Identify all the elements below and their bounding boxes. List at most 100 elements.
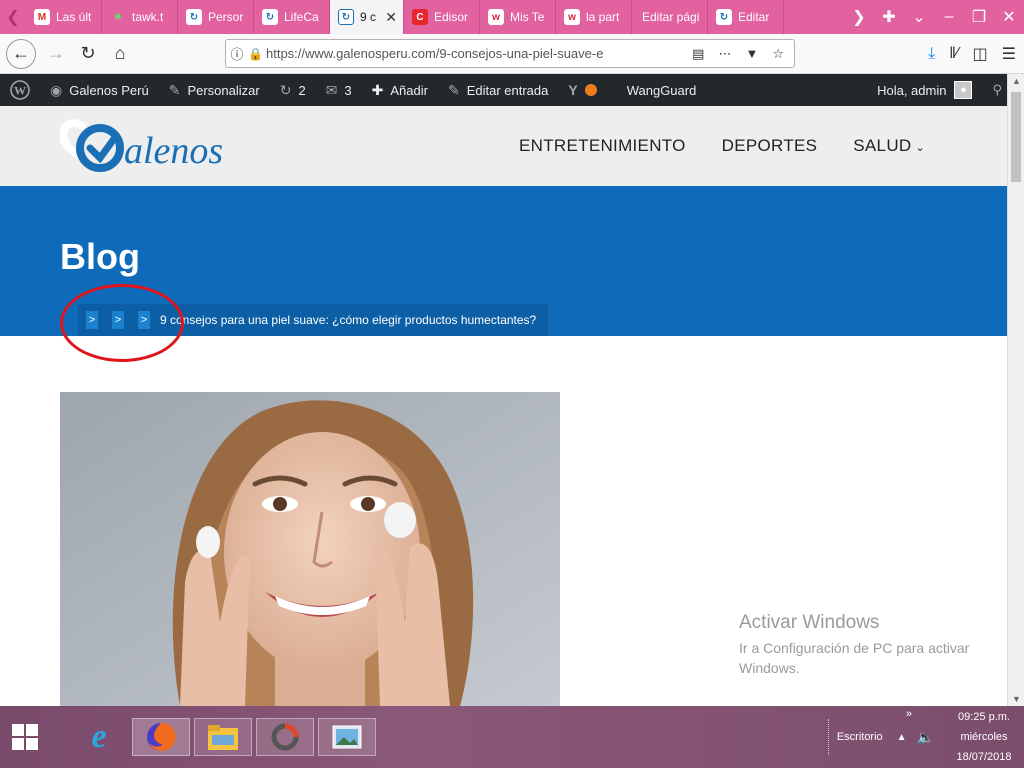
start-button[interactable] [0, 706, 50, 768]
photo-viewer-icon [332, 725, 362, 749]
gmail-icon: M [34, 9, 50, 25]
taskbar-internet-explorer[interactable]: e [70, 718, 128, 756]
tray-overflow-chevron[interactable]: » [906, 708, 912, 720]
tab-label: la part [586, 10, 620, 24]
url-text[interactable]: https://www.galenosperu.com/9-consejos-u… [266, 46, 692, 61]
site-logo[interactable]: alenos [59, 118, 224, 176]
reload-button[interactable]: ↻ [72, 38, 104, 70]
reader-view-icon[interactable]: ▤ [692, 46, 704, 62]
home-button[interactable]: ⌂ [104, 38, 136, 70]
browser-tab-editar-pagina[interactable]: Editar pági [632, 0, 708, 34]
logo-text: alenos [124, 130, 224, 172]
browser-tab-editar[interactable]: ↻ Editar [708, 0, 784, 34]
featured-image[interactable] [60, 392, 560, 706]
wp-updates[interactable]: ↻ 2 [270, 74, 316, 106]
wp-my-account[interactable]: Hola, admin ● [867, 74, 982, 106]
tab-label: 9 c [360, 10, 377, 24]
lock-icon: 🔒 [248, 46, 263, 61]
download-icon[interactable]: ⤓ [928, 45, 935, 63]
wp-icon: ↻ [338, 9, 354, 25]
wp-yoast[interactable]: Y [558, 74, 606, 106]
taskbar-file-explorer[interactable] [194, 718, 252, 756]
updates-icon: ↻ [279, 81, 292, 98]
back-button[interactable]: ← [6, 38, 36, 69]
bookmark-star-icon[interactable]: ☆ [772, 46, 784, 62]
browser-tab-edisor[interactable]: C Edisor [404, 0, 480, 34]
new-tab-button[interactable]: ✚ [874, 7, 904, 27]
tab-scroll-left-button[interactable]: ❮ [0, 0, 26, 34]
browser-tab-persor[interactable]: ↻ Persor [178, 0, 254, 34]
page-scrollbar[interactable]: ▲ ▼ [1007, 74, 1024, 706]
heart-logo-icon [59, 118, 132, 176]
close-tab-icon[interactable]: ✕ [385, 9, 397, 26]
browser-tab-gmail[interactable]: M Las últ [26, 0, 102, 34]
page-actions-icon[interactable]: ⋯ [718, 46, 731, 62]
avatar: ● [954, 81, 973, 99]
scroll-down-arrow-icon[interactable]: ▼ [1008, 694, 1024, 704]
windows-taskbar: e » Escritorio ▲ 🔈 09:25 p.m. miércoles … [0, 706, 1024, 768]
tab-label: LifeCa [284, 10, 319, 24]
customize-label: Personalizar [187, 82, 260, 98]
red-annotation-circle [60, 284, 184, 362]
library-icon[interactable]: ‖∕ [949, 45, 958, 63]
close-window-button[interactable]: ✕ [994, 7, 1024, 27]
wp-edit-post[interactable]: ✎ Editar entrada [438, 74, 558, 106]
edit-post-label: Editar entrada [466, 82, 549, 98]
browser-tab-lifeca[interactable]: ↻ LifeCa [254, 0, 330, 34]
svg-text:W: W [14, 84, 26, 98]
wp-wangguard[interactable]: WangGuard [607, 74, 707, 106]
taskbar-firefox[interactable] [132, 718, 190, 756]
folder-icon [208, 725, 238, 750]
search-icon: ⚲ [992, 82, 1002, 97]
browser-tab-tawk[interactable]: ✸ tawk.t [102, 0, 178, 34]
wordpress-icon: W [10, 80, 30, 100]
nav-item-deportes[interactable]: DEPORTES [722, 136, 818, 156]
taskbar-photos[interactable] [318, 718, 376, 756]
menu-icon[interactable]: ☰ [1002, 44, 1016, 64]
show-hidden-icons-icon[interactable]: ▲ [897, 732, 907, 743]
tab-list-chevron-icon[interactable]: ⌄ [904, 7, 934, 27]
wp-icon: ↻ [186, 9, 202, 25]
pocket-icon[interactable]: ▼ [745, 46, 758, 62]
wp-site-name[interactable]: ◉ Galenos Perú [40, 74, 159, 106]
pencil-icon: ✎ [447, 81, 460, 98]
nav-item-entretenimiento[interactable]: ENTRETENIMIENTO [519, 136, 686, 156]
tab-label: Edisor [434, 10, 469, 24]
browser-tab-active[interactable]: ↻ 9 c ✕ [330, 0, 404, 34]
watermark-title: Activar Windows [739, 612, 880, 633]
browser-tab-la-part[interactable]: w la part [556, 0, 632, 34]
wp-admin-bar: W ◉ Galenos Perú ✎ Personalizar ↻ 2 ✉ 3 … [0, 74, 1024, 106]
dashboard-icon: ◉ [50, 81, 63, 98]
clock-day: miércoles [960, 731, 1008, 743]
taskbar-clock[interactable]: 09:25 p.m. miércoles 18/07/2018 [944, 707, 1024, 767]
breadcrumb-current: 9 consejos para una piel suave: ¿cómo el… [160, 313, 537, 327]
sidebar-icon[interactable]: ◫ [973, 44, 988, 64]
wp-customize[interactable]: ✎ Personalizar [159, 74, 270, 106]
nav-item-salud[interactable]: SALUD ⌄ [853, 136, 925, 156]
clock-time: 09:25 p.m. [958, 711, 1010, 723]
comments-count: 3 [344, 82, 352, 98]
windows-activation-watermark: Activar Windows Ir a Configuración de PC… [739, 612, 999, 678]
wp-add-new[interactable]: ✚ Añadir [362, 74, 438, 106]
main-navigation: ENTRETENIMIENTO DEPORTES SALUD ⌄ [519, 136, 925, 156]
tab-scroll-right-button[interactable]: ❯ [844, 7, 874, 27]
tab-label: Mis Te [510, 10, 545, 24]
wp-logo-button[interactable]: W [0, 74, 40, 106]
restore-window-button[interactable]: ❐ [964, 7, 994, 27]
minimize-window-button[interactable]: – [934, 8, 964, 26]
clock-date: 18/07/2018 [956, 751, 1012, 763]
desktop-toolbar-label[interactable]: Escritorio [837, 731, 883, 743]
tab-label: Editar [738, 10, 770, 24]
address-bar[interactable]: ⓘ 🔒 https://www.galenosperu.com/9-consej… [225, 39, 795, 68]
scrollbar-thumb[interactable] [1011, 92, 1021, 182]
speaker-icon[interactable]: 🔈 [917, 729, 934, 746]
info-icon[interactable]: ⓘ [226, 44, 248, 63]
browser-tab-mis-te[interactable]: w Mis Te [480, 0, 556, 34]
wp-icon: ↻ [262, 9, 278, 25]
wp-comments[interactable]: ✉ 3 [316, 74, 362, 106]
scroll-up-arrow-icon[interactable]: ▲ [1008, 76, 1024, 86]
taskbar-app-spinner[interactable] [256, 718, 314, 756]
tawk-icon: ✸ [113, 11, 123, 23]
tab-label: tawk.t [132, 10, 164, 24]
forward-button[interactable]: → [40, 38, 72, 70]
